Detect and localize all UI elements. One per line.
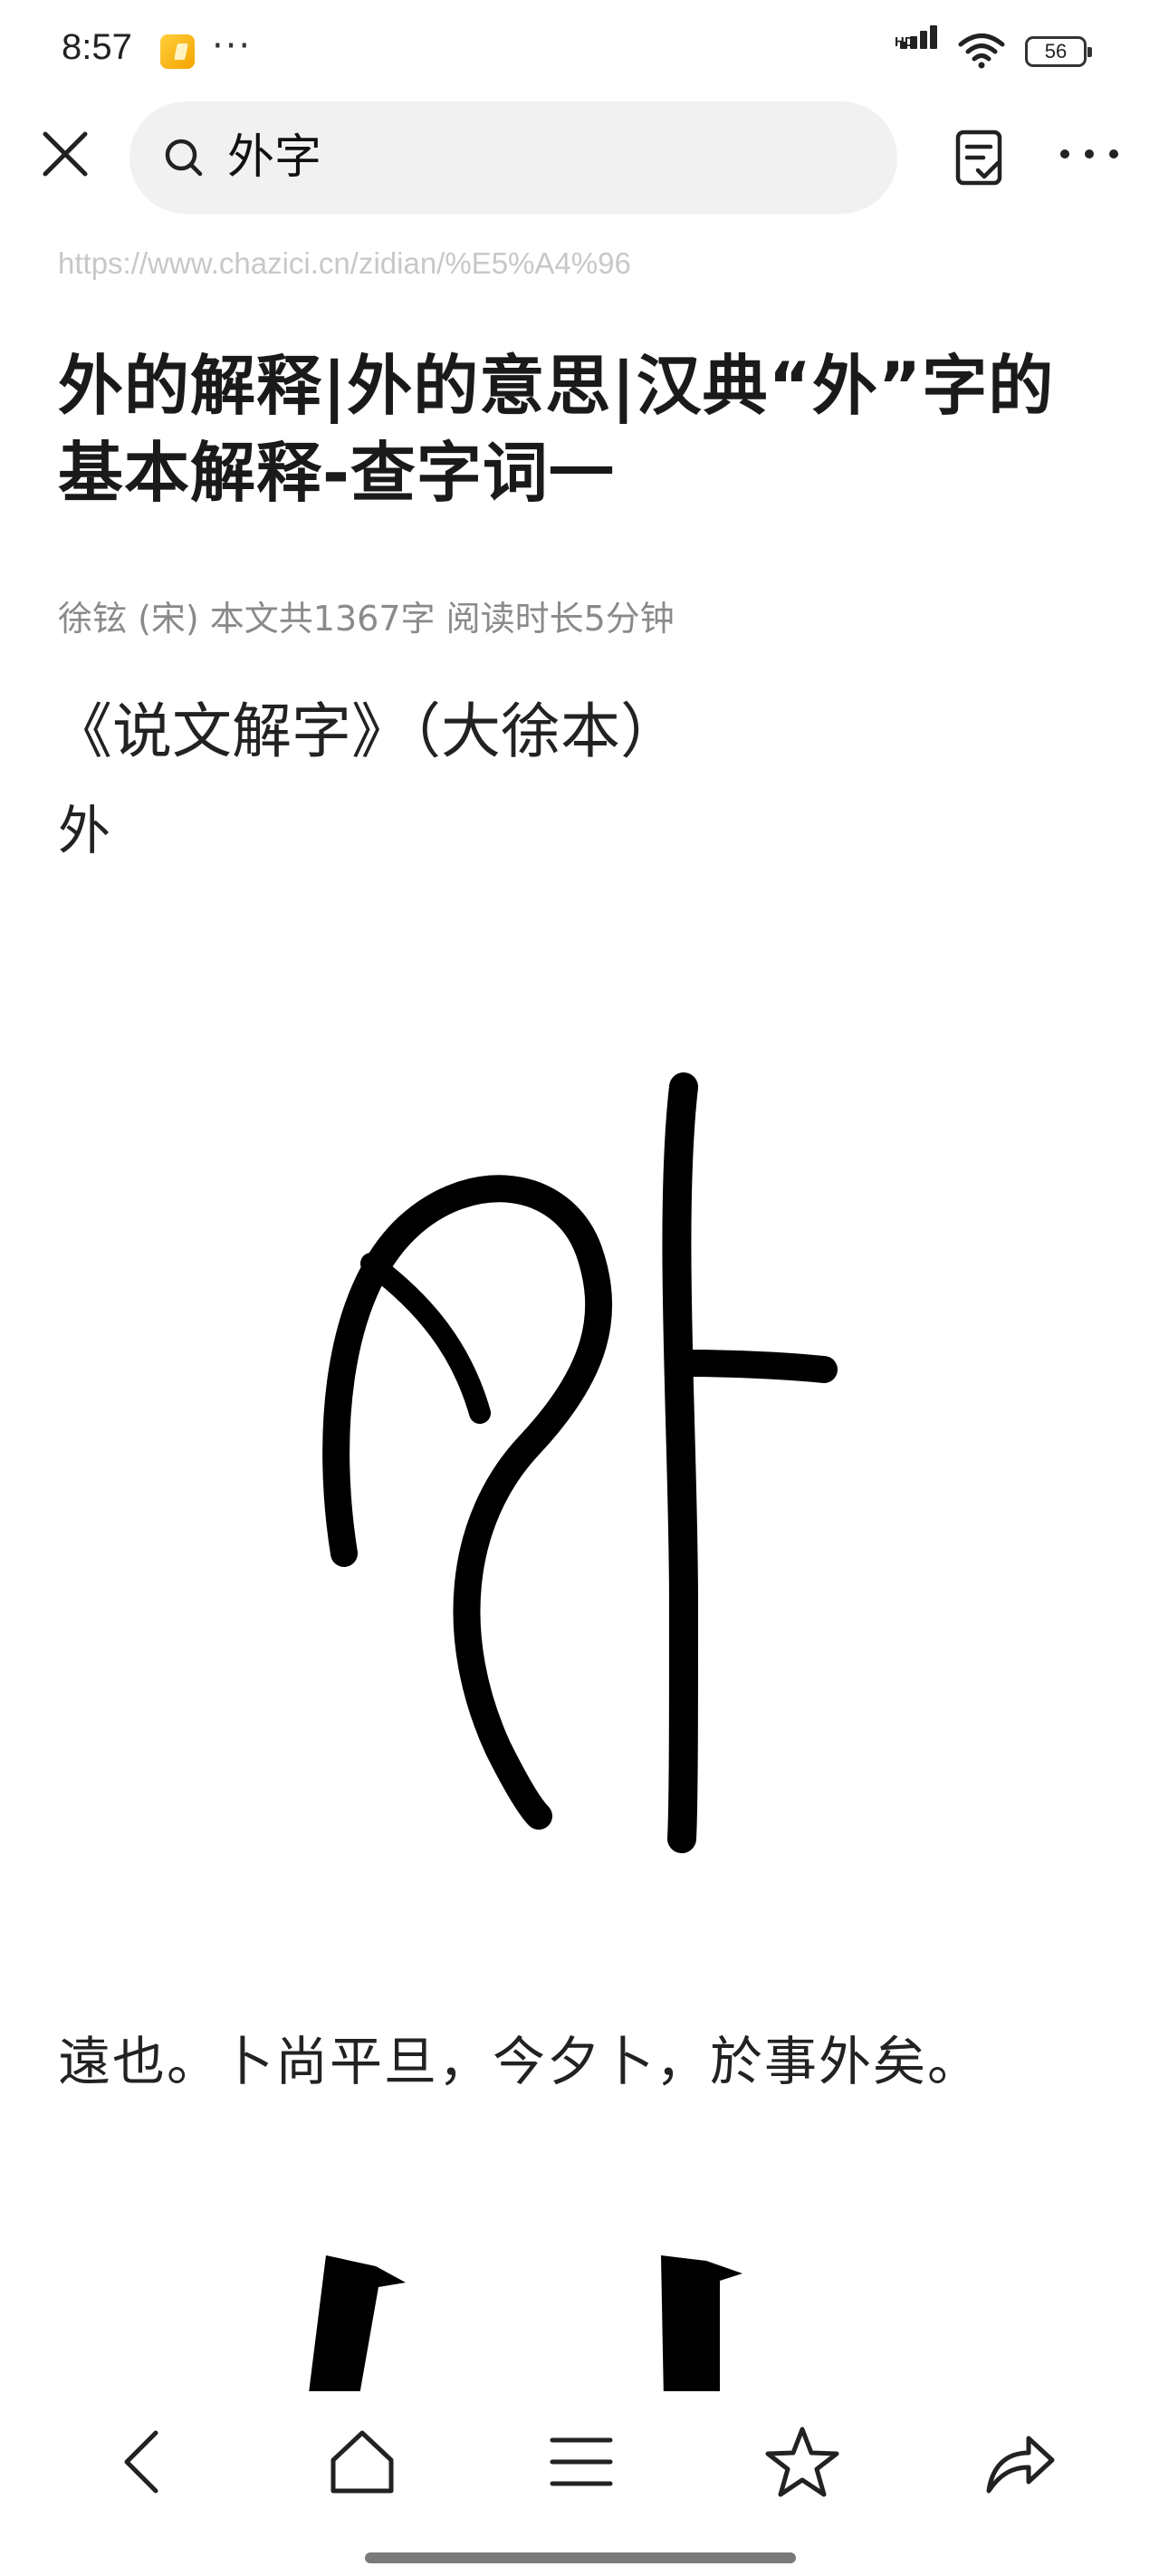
close-icon bbox=[43, 131, 88, 177]
character-label: 外 bbox=[58, 800, 111, 861]
home-indicator[interactable] bbox=[365, 2552, 796, 2563]
status-time: 8:57 bbox=[62, 27, 132, 67]
close-button[interactable] bbox=[38, 127, 92, 181]
home-button[interactable] bbox=[324, 2424, 400, 2500]
search-icon bbox=[165, 139, 203, 177]
menu-list-icon bbox=[550, 2437, 613, 2486]
page-title: 外的解释|外的意思|汉典“外”字的基本解释-查字词一 bbox=[58, 348, 1055, 511]
seal-script-next-image bbox=[308, 2255, 742, 2400]
seal-script-character-image bbox=[322, 1072, 838, 1853]
share-button[interactable] bbox=[982, 2424, 1058, 2500]
status-bar: 8:57 ··· HD 56 bbox=[0, 0, 1159, 100]
star-icon bbox=[765, 2427, 839, 2497]
back-button[interactable] bbox=[107, 2424, 183, 2500]
more-icon bbox=[1060, 149, 1118, 159]
search-query-text[interactable]: 外字 bbox=[227, 129, 321, 187]
bottom-navigation-bar bbox=[0, 2391, 1159, 2576]
notes-app-notification-icon bbox=[160, 34, 195, 69]
more-notifications-icon: ··· bbox=[212, 25, 253, 67]
section-title: 《说文解字》（大徐本） bbox=[53, 697, 680, 766]
page-url[interactable]: https://www.chazici.cn/zidian/%E5%A4%96 bbox=[58, 246, 631, 281]
search-bar[interactable]: 外字 bbox=[129, 101, 897, 214]
back-icon bbox=[124, 2430, 158, 2494]
reader-mode-icon bbox=[955, 130, 1002, 186]
wifi-icon bbox=[958, 34, 1005, 69]
share-icon bbox=[986, 2436, 1055, 2494]
more-menu-button[interactable] bbox=[1058, 145, 1121, 163]
tabs-menu-button[interactable] bbox=[543, 2424, 619, 2500]
reader-mode-button[interactable] bbox=[951, 129, 1009, 187]
definition-text: 遠也。卜尚平旦，今夕卜，於事外矣。 bbox=[58, 2031, 982, 2092]
battery-indicator: 56 bbox=[1025, 36, 1092, 67]
article-meta: 徐铉 (宋) 本文共1367字 阅读时长5分钟 bbox=[58, 599, 675, 639]
bookmark-button[interactable] bbox=[764, 2424, 840, 2500]
home-icon bbox=[330, 2430, 394, 2494]
